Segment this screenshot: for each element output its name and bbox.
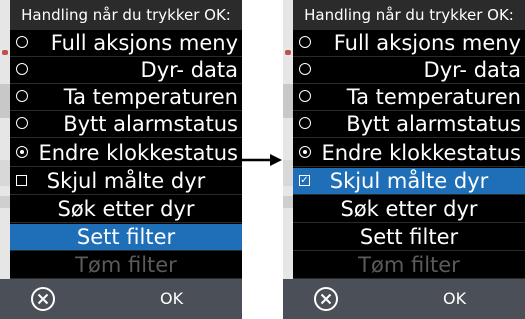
background-edge xyxy=(0,0,10,319)
option-ta-temperaturen[interactable]: Ta temperaturen xyxy=(293,84,525,111)
option-endre-klokkestatus[interactable]: Endre klokkestatus xyxy=(10,140,242,167)
menu-item-label: Tøm filter xyxy=(75,253,177,277)
option-label: Skjul målte dyr xyxy=(329,169,489,193)
cancel-circle-x-icon[interactable] xyxy=(30,286,56,312)
option-label: Bytt alarmstatus xyxy=(63,112,238,136)
option-dyr-data[interactable]: Dyr- data xyxy=(10,57,242,84)
radio-icon[interactable] xyxy=(299,63,311,75)
footer-bar: OK xyxy=(283,279,525,319)
option-label: Full aksjons meny xyxy=(50,31,238,55)
background-edge xyxy=(283,0,293,319)
menu-item-sok-etter-dyr[interactable]: Søk etter dyr xyxy=(293,196,525,223)
radio-icon[interactable] xyxy=(16,63,28,75)
radio-selected-icon[interactable] xyxy=(16,146,28,158)
option-dyr-data[interactable]: Dyr- data xyxy=(293,57,525,84)
radio-icon[interactable] xyxy=(16,90,28,102)
option-full-aksjons-meny[interactable]: Full aksjons meny xyxy=(10,30,242,57)
menu-item-label: Tøm filter xyxy=(358,253,460,277)
option-label: Ta temperaturen xyxy=(346,85,521,109)
option-label: Dyr- data xyxy=(140,58,238,82)
menu-item-label: Søk etter dyr xyxy=(340,197,478,221)
option-label: Endre klokkestatus xyxy=(38,141,238,165)
footer-bar: OK xyxy=(0,279,242,319)
option-label: Skjul målte dyr xyxy=(46,169,206,193)
menu-item-sett-filter[interactable]: Sett filter xyxy=(10,224,242,251)
menu-item-label: Sett filter xyxy=(76,225,176,249)
radio-icon[interactable] xyxy=(299,117,311,129)
option-label: Ta temperaturen xyxy=(63,85,238,109)
screen-before: Handling når du trykker OK: Full aksjons… xyxy=(0,0,242,319)
option-endre-klokkestatus[interactable]: Endre klokkestatus xyxy=(293,140,525,167)
option-bytt-alarmstatus[interactable]: Bytt alarmstatus xyxy=(293,111,525,138)
radio-icon[interactable] xyxy=(299,36,311,48)
option-label: Dyr- data xyxy=(423,58,521,82)
option-ta-temperaturen[interactable]: Ta temperaturen xyxy=(10,84,242,111)
screen-after: Handling når du trykker OK: Full aksjons… xyxy=(283,0,525,319)
menu-item-tom-filter[interactable]: Tøm filter xyxy=(293,252,525,279)
dialog-header: Handling når du trykker OK: xyxy=(293,0,525,30)
ok-button[interactable]: OK xyxy=(443,279,466,319)
radio-icon[interactable] xyxy=(16,117,28,129)
cancel-circle-x-icon[interactable] xyxy=(313,286,339,312)
option-label: Full aksjons meny xyxy=(333,31,521,55)
radio-icon[interactable] xyxy=(299,90,311,102)
option-label: Endre klokkestatus xyxy=(321,141,521,165)
menu-item-label: Sett filter xyxy=(359,225,459,249)
menu-item-sok-etter-dyr[interactable]: Søk etter dyr xyxy=(10,196,242,223)
menu-item-sett-filter[interactable]: Sett filter xyxy=(293,224,525,251)
right-arrow-icon xyxy=(242,154,282,166)
ok-button[interactable]: OK xyxy=(160,279,183,319)
option-bytt-alarmstatus[interactable]: Bytt alarmstatus xyxy=(10,111,242,138)
option-skjul-malte-dyr[interactable]: ✓ Skjul målte dyr xyxy=(293,168,525,195)
option-full-aksjons-meny[interactable]: Full aksjons meny xyxy=(293,30,525,57)
dialog-header: Handling når du trykker OK: xyxy=(10,0,242,30)
radio-icon[interactable] xyxy=(16,36,28,48)
radio-selected-icon[interactable] xyxy=(299,146,311,158)
option-label: Bytt alarmstatus xyxy=(346,112,521,136)
menu-item-label: Søk etter dyr xyxy=(57,197,195,221)
option-skjul-malte-dyr[interactable]: Skjul målte dyr xyxy=(10,168,242,195)
menu-item-tom-filter[interactable]: Tøm filter xyxy=(10,252,242,279)
